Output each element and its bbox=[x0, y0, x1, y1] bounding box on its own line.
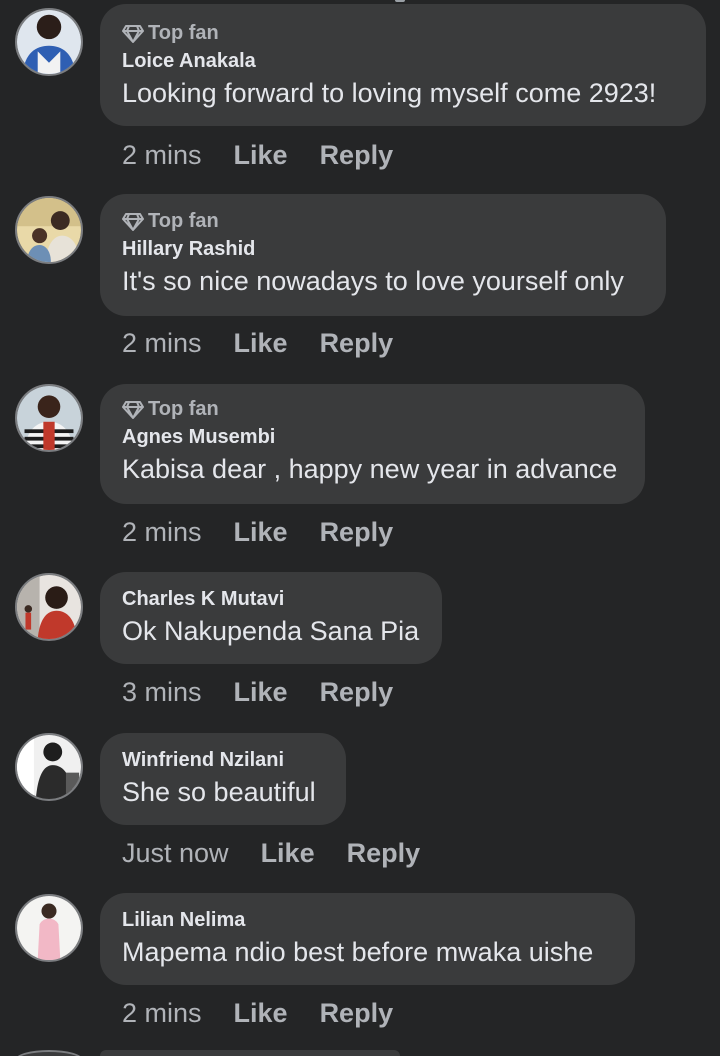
like-button[interactable]: Like bbox=[234, 328, 288, 359]
like-button[interactable]: Like bbox=[234, 998, 288, 1029]
comment-bubble bbox=[100, 1050, 400, 1056]
avatar[interactable] bbox=[15, 1050, 83, 1056]
avatar-image bbox=[17, 735, 81, 799]
comment-text: Looking forward to loving myself come 29… bbox=[122, 78, 657, 108]
avatar-image bbox=[17, 198, 81, 262]
avatar[interactable] bbox=[15, 384, 83, 452]
avatar[interactable] bbox=[15, 196, 83, 264]
comment-time[interactable]: Just now bbox=[122, 838, 229, 869]
badge-label: Top fan bbox=[148, 398, 219, 420]
avatar[interactable] bbox=[15, 573, 83, 641]
reply-button[interactable]: Reply bbox=[320, 517, 394, 548]
reply-button[interactable]: Reply bbox=[320, 140, 394, 171]
comment-bubble: Charles K Mutavi Ok Nakupenda Sana Pia bbox=[100, 572, 442, 664]
comment-author[interactable]: Loice Anakala bbox=[122, 50, 256, 73]
comment-bubble: Top fan Agnes Musembi Kabisa dear , happ… bbox=[100, 384, 645, 504]
like-button[interactable]: Like bbox=[261, 838, 315, 869]
top-indicator bbox=[395, 0, 405, 2]
reply-button[interactable]: Reply bbox=[320, 677, 394, 708]
comment-actions: 2 mins Like Reply bbox=[122, 140, 393, 171]
comments-page: Top fan Loice Anakala Looking forward to… bbox=[0, 0, 720, 1056]
comment-actions: 2 mins Like Reply bbox=[122, 328, 393, 359]
comment-author[interactable]: Lilian Nelima bbox=[122, 909, 245, 932]
comment-time[interactable]: 2 mins bbox=[122, 140, 202, 171]
like-button[interactable]: Like bbox=[234, 517, 288, 548]
avatar[interactable] bbox=[15, 8, 83, 76]
comment-time[interactable]: 2 mins bbox=[122, 998, 202, 1029]
top-fan-badge: Top fan bbox=[122, 210, 219, 233]
badge-label: Top fan bbox=[148, 210, 219, 232]
comment-bubble: Lilian Nelima Mapema ndio best before mw… bbox=[100, 893, 635, 985]
avatar[interactable] bbox=[15, 733, 83, 801]
comment-actions: 2 mins Like Reply bbox=[122, 517, 393, 548]
avatar-image bbox=[17, 575, 81, 639]
top-fan-badge: Top fan bbox=[122, 398, 219, 421]
comment-author[interactable]: Charles K Mutavi bbox=[122, 588, 284, 611]
reply-button[interactable]: Reply bbox=[320, 328, 394, 359]
like-button[interactable]: Like bbox=[234, 140, 288, 171]
comment-time[interactable]: 2 mins bbox=[122, 517, 202, 548]
comment-time[interactable]: 2 mins bbox=[122, 328, 202, 359]
avatar-image bbox=[17, 10, 81, 74]
avatar[interactable] bbox=[15, 894, 83, 962]
comment-author[interactable]: Winfriend Nzilani bbox=[122, 749, 284, 772]
comment-text: Ok Nakupenda Sana Pia bbox=[122, 616, 420, 646]
badge-label: Top fan bbox=[148, 22, 219, 44]
comment-author[interactable]: Agnes Musembi bbox=[122, 426, 275, 449]
like-button[interactable]: Like bbox=[234, 677, 288, 708]
comment-time[interactable]: 3 mins bbox=[122, 677, 202, 708]
comment-actions: 3 mins Like Reply bbox=[122, 677, 393, 708]
reply-button[interactable]: Reply bbox=[347, 838, 421, 869]
top-fan-badge: Top fan bbox=[122, 22, 219, 45]
comment-bubble: Top fan Loice Anakala Looking forward to… bbox=[100, 4, 706, 126]
diamond-icon bbox=[122, 400, 144, 419]
comment-text: She so beautiful bbox=[122, 777, 316, 807]
diamond-icon bbox=[122, 24, 144, 43]
diamond-icon bbox=[122, 212, 144, 231]
comment-author[interactable]: Hillary Rashid bbox=[122, 238, 255, 261]
comment-actions: 2 mins Like Reply bbox=[122, 998, 393, 1029]
avatar-image bbox=[17, 386, 81, 450]
comment-text: It's so nice nowadays to love yourself o… bbox=[122, 266, 624, 296]
avatar-image bbox=[17, 896, 81, 960]
comment-text: Mapema ndio best before mwaka uishe bbox=[122, 937, 594, 967]
comment-actions: Just now Like Reply bbox=[122, 838, 420, 869]
comment-text: Kabisa dear , happy new year in advance bbox=[122, 454, 618, 484]
comment-bubble: Winfriend Nzilani She so beautiful bbox=[100, 733, 346, 825]
comment-bubble: Top fan Hillary Rashid It's so nice nowa… bbox=[100, 194, 666, 316]
reply-button[interactable]: Reply bbox=[320, 998, 394, 1029]
